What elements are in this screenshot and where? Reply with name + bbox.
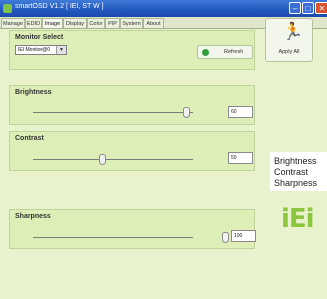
contrast-panel: Contrast 50: [9, 131, 255, 171]
brightness-value-input[interactable]: 60: [228, 106, 253, 118]
side-label-brightness: Brightness: [274, 156, 317, 166]
contrast-slider-thumb[interactable]: [99, 154, 106, 165]
side-label-list: Brightness Contrast Sharpness: [270, 152, 327, 191]
tab-color[interactable]: Color: [87, 18, 105, 28]
side-label-contrast: Contrast: [274, 167, 309, 177]
monitor-select-title: Monitor Select: [15, 34, 64, 41]
sharpness-value-input[interactable]: 100: [231, 230, 256, 242]
monitor-select-dropdown[interactable]: IEI Monitor@0 ▼: [15, 45, 67, 55]
iei-logo: iEi: [281, 204, 315, 234]
close-button[interactable]: ✕: [315, 2, 327, 14]
sharpness-title: Sharpness: [15, 213, 51, 220]
sharpness-slider-track[interactable]: [33, 237, 193, 238]
sharpness-slider-thumb[interactable]: [222, 232, 229, 243]
apply-all-label: Apply All: [278, 49, 300, 55]
smartosd-window: smartOSD V1.2 [ IEI, ST W ] – □ ✕ Manage…: [0, 0, 327, 299]
app-icon: [3, 4, 12, 13]
tab-about[interactable]: About: [143, 18, 164, 28]
minimize-button[interactable]: –: [289, 2, 301, 14]
tab-edid[interactable]: EDID: [25, 18, 42, 28]
brightness-slider-track[interactable]: [33, 112, 193, 113]
refresh-icon: [202, 49, 209, 56]
maximize-button[interactable]: □: [302, 2, 314, 14]
monitor-select-value: IEI Monitor@0: [18, 47, 51, 53]
running-man-icon: 🏃: [282, 22, 304, 41]
side-label-sharpness: Sharpness: [274, 178, 318, 188]
brightness-title: Brightness: [15, 89, 52, 96]
monitor-select-panel: Monitor Select IEI Monitor@0 ▼ Refresh: [9, 30, 255, 70]
refresh-label: Refresh: [224, 49, 244, 55]
title-bar[interactable]: smartOSD V1.2 [ IEI, ST W ] – □ ✕: [0, 0, 327, 17]
refresh-button[interactable]: Refresh: [197, 45, 253, 59]
apply-all-button[interactable]: 🏃 Apply All: [265, 18, 313, 62]
contrast-title: Contrast: [15, 135, 44, 142]
brightness-panel: Brightness 60: [9, 85, 255, 125]
tab-manage[interactable]: Manage: [1, 18, 25, 28]
tab-image[interactable]: Image: [42, 18, 63, 28]
tab-display[interactable]: Display: [63, 18, 87, 28]
chevron-down-icon[interactable]: ▼: [56, 46, 66, 54]
contrast-slider-track[interactable]: [33, 159, 193, 160]
tab-system[interactable]: System: [120, 18, 143, 28]
brightness-slider-thumb[interactable]: [183, 107, 190, 118]
sharpness-panel: Sharpness 100: [9, 209, 256, 249]
tab-pip[interactable]: PIP: [105, 18, 120, 28]
window-title: smartOSD V1.2 [ IEI, ST W ]: [15, 3, 104, 10]
contrast-value-input[interactable]: 50: [228, 152, 253, 164]
